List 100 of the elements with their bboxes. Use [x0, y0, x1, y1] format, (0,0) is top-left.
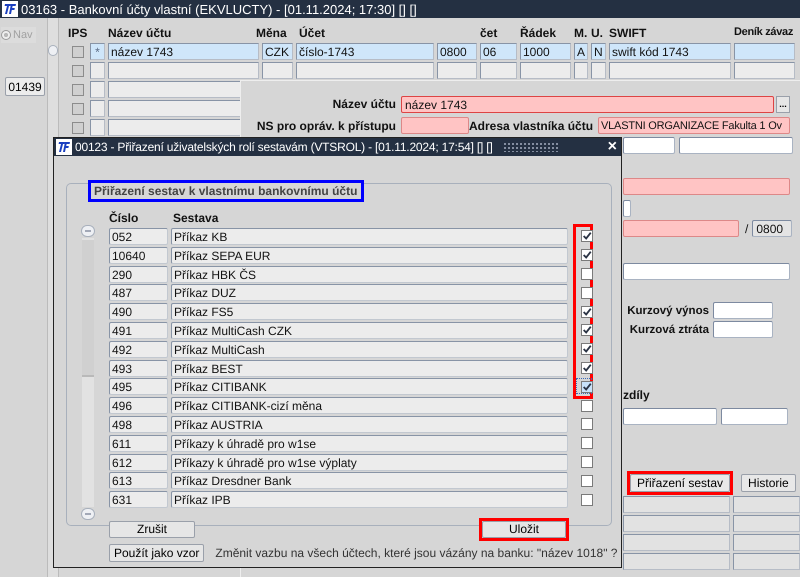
input-field[interactable]	[623, 220, 739, 237]
row-marker[interactable]: *	[90, 43, 105, 60]
action-button[interactable]: Historie	[741, 474, 796, 492]
table-cell: 052	[109, 228, 168, 245]
input-field[interactable]	[623, 200, 631, 217]
column-header: Řádek	[520, 26, 558, 40]
table-cell: 492	[109, 340, 168, 358]
table-cell: Příkaz BEST	[171, 360, 568, 377]
checkbox[interactable]	[581, 286, 593, 299]
table-cell: Příkaz HBK ČS	[171, 266, 568, 283]
table-cell: swift kód 1743	[609, 43, 731, 60]
field-label: Adresa vlastníka účtu	[469, 118, 593, 132]
row-marker[interactable]	[90, 62, 105, 79]
checkbox[interactable]	[581, 362, 593, 374]
input-field[interactable]	[623, 137, 675, 154]
record-button[interactable]: 01439	[5, 77, 45, 96]
checkbox[interactable]	[581, 268, 593, 280]
input-field[interactable]: 0800	[752, 220, 792, 237]
template-button[interactable]: Použít jako vzor	[109, 544, 204, 562]
input-field[interactable]	[679, 137, 793, 154]
table-cell	[734, 43, 795, 60]
row-marker[interactable]	[90, 81, 105, 98]
input-field[interactable]	[713, 302, 773, 319]
table-cell: 493	[109, 360, 168, 377]
action-button[interactable]: Přiřazení sestav	[630, 474, 730, 492]
table-cell: 06	[480, 43, 517, 60]
column-header: M.	[574, 26, 588, 40]
table-cell: A	[574, 43, 588, 60]
scroll-down-button[interactable]	[80, 508, 94, 520]
table-cell: 10640	[109, 246, 168, 264]
input-field[interactable]	[713, 321, 773, 338]
input-field[interactable]: VLASTNI ORGANIZACE Fakulta 1 Ov	[598, 117, 790, 134]
input-field[interactable]	[721, 408, 788, 425]
checkbox[interactable]	[581, 494, 593, 506]
table-cell: 496	[109, 397, 168, 414]
scroll-up-button[interactable]	[80, 225, 94, 237]
table-cell: Příkaz AUSTRIA	[171, 416, 568, 433]
row-marker[interactable]	[90, 119, 105, 136]
table-cell: Příkaz DUZ	[171, 284, 568, 302]
column-header: Měna	[256, 26, 288, 40]
table-cell: 498	[109, 416, 168, 433]
checkbox[interactable]	[72, 122, 84, 134]
table-cell: 491	[109, 322, 168, 339]
table-cell: 0800	[437, 43, 477, 60]
checkbox[interactable]	[72, 46, 84, 58]
table-cell: Příkaz CITIBANK	[171, 378, 568, 396]
table-cell: CZK	[262, 43, 293, 60]
table-cell: Příkaz SEPA EUR	[171, 246, 568, 264]
checkbox[interactable]	[581, 306, 593, 318]
table-cell: 290	[109, 266, 168, 283]
field-label: NS pro opráv. k přístupu	[256, 118, 396, 132]
field-label: Kurzová ztráta	[628, 324, 709, 336]
checkbox[interactable]	[72, 64, 84, 76]
table-cell: 613	[109, 472, 168, 490]
checkbox[interactable]	[581, 249, 593, 262]
logo-icon	[56, 139, 72, 155]
table-cell: Příkaz MultiCash	[171, 340, 568, 358]
table-cell: 1000	[520, 43, 571, 60]
checkbox[interactable]	[72, 102, 84, 114]
checkbox[interactable]	[581, 400, 593, 412]
table-cell: 490	[109, 303, 168, 320]
checkbox[interactable]	[581, 437, 593, 450]
table-cell: 487	[109, 284, 168, 302]
table-cell: číslo-1743	[296, 43, 434, 60]
checkbox[interactable]	[581, 474, 593, 487]
column-header: Účet	[299, 26, 326, 40]
lookup-button[interactable]: ...	[776, 96, 790, 112]
cancel-button[interactable]: Zrušit	[109, 520, 195, 538]
column-header: SWIFT	[609, 26, 648, 40]
column-header: IPS	[68, 26, 88, 40]
logo-icon	[2, 1, 18, 17]
checkbox[interactable]	[581, 324, 593, 336]
scroll-thumb[interactable]	[82, 240, 94, 377]
checkbox[interactable]	[581, 418, 593, 430]
input-field[interactable]: název 1743	[401, 96, 774, 112]
checkbox[interactable]	[581, 230, 593, 242]
column-header: čet	[480, 26, 498, 40]
table-cell: Příkaz CITIBANK-cizí měna	[171, 397, 568, 414]
field-label: Název účtu	[332, 97, 396, 111]
save-button[interactable]: Uložit	[482, 520, 566, 538]
row-marker[interactable]	[90, 100, 105, 117]
question-text: Změnit vazbu na všech účtech, které jsou vázány na banku: "název 1018" ?	[215, 546, 618, 560]
input-field[interactable]	[623, 408, 717, 425]
table-cell: N	[591, 43, 606, 60]
checkbox[interactable]	[581, 380, 593, 393]
table-cell: 612	[109, 454, 168, 471]
checkbox[interactable]	[581, 343, 593, 356]
input-field[interactable]	[401, 117, 469, 134]
table-cell: Příkazy k úhradě pro w1se výplaty	[171, 454, 568, 471]
checkbox[interactable]	[72, 84, 84, 96]
table-cell: Příkaz KB	[171, 228, 568, 245]
close-button[interactable]: ×	[608, 140, 617, 154]
table-cell: Příkaz MultiCash CZK	[171, 322, 568, 339]
input-field[interactable]	[623, 178, 790, 195]
table-cell: Příkaz FS5	[171, 303, 568, 320]
table-cell: 631	[109, 491, 168, 508]
input-field[interactable]	[623, 263, 790, 280]
checkbox[interactable]	[581, 456, 593, 468]
table-cell: Příkaz IPB	[171, 491, 568, 508]
group-legend: Přiřazení sestav k vlastnímu bankovnímu účtu	[88, 180, 364, 202]
